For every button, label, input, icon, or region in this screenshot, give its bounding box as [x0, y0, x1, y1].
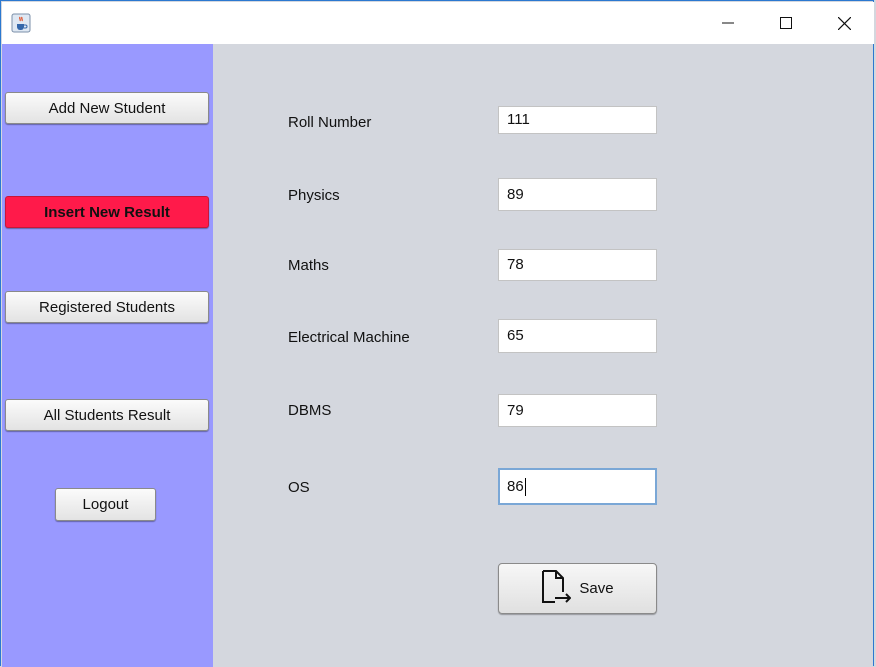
electrical-machine-field[interactable]: 65: [498, 319, 657, 353]
os-field[interactable]: 86: [498, 468, 657, 505]
roll-number-label: Roll Number: [288, 114, 372, 131]
java-cup-icon: [11, 13, 31, 33]
physics-field[interactable]: 89: [498, 178, 657, 211]
close-button[interactable]: [815, 2, 873, 44]
electrical-machine-label: Electrical Machine: [288, 329, 410, 346]
insert-new-result-button[interactable]: Insert New Result: [5, 196, 209, 228]
sidebar: Add New Student Insert New Result Regist…: [2, 44, 213, 667]
app-window: Add New Student Insert New Result Regist…: [0, 0, 874, 667]
roll-number-field[interactable]: 111: [498, 106, 657, 134]
title-bar[interactable]: [2, 2, 874, 44]
maximize-icon: [780, 17, 792, 29]
save-file-icon: [541, 569, 572, 608]
save-button-label: Save: [579, 580, 614, 597]
maximize-button[interactable]: [757, 2, 815, 44]
dbms-label: DBMS: [288, 402, 332, 419]
logout-button[interactable]: Logout: [55, 488, 156, 521]
add-new-student-button[interactable]: Add New Student: [5, 92, 209, 124]
save-button[interactable]: Save: [498, 563, 657, 614]
maths-field[interactable]: 78: [498, 249, 657, 281]
minimize-button[interactable]: [699, 2, 757, 44]
physics-label: Physics: [288, 187, 340, 204]
os-field-value: 86: [507, 478, 524, 495]
minimize-icon: [722, 22, 734, 24]
text-caret: [524, 478, 526, 497]
maths-label: Maths: [288, 257, 329, 274]
all-students-result-button[interactable]: All Students Result: [5, 399, 209, 431]
registered-students-button[interactable]: Registered Students: [5, 291, 209, 323]
close-icon: [837, 16, 851, 30]
os-label: OS: [288, 479, 310, 496]
dbms-field[interactable]: 79: [498, 394, 657, 427]
